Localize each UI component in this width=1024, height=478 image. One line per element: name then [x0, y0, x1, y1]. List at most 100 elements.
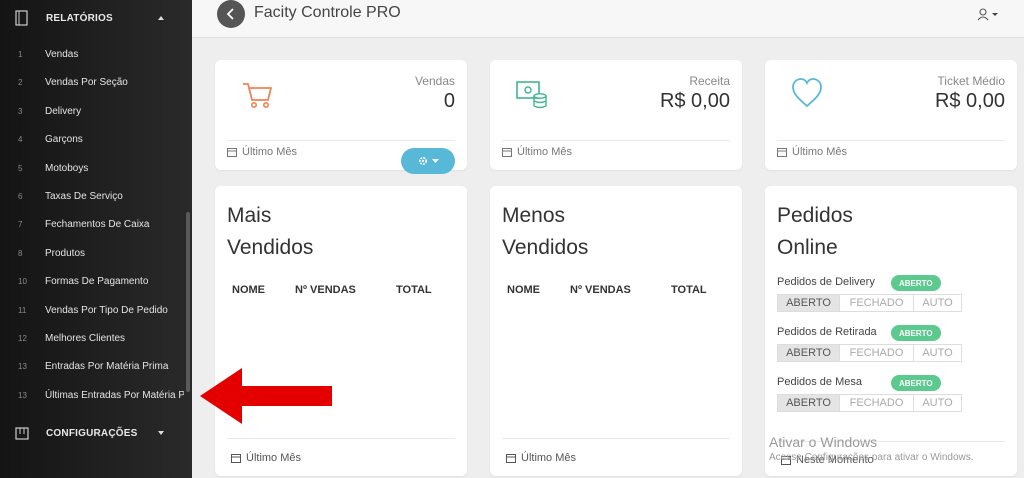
- card-pedidos-online: Pedidos Online Pedidos de Delivery ABERT…: [765, 186, 1017, 476]
- sidebar-item-label: Fechamentos De Caixa: [45, 218, 150, 230]
- sidebar-item-number: 11: [18, 305, 27, 315]
- sidebar-item-number: 1: [18, 49, 23, 59]
- sidebar-item-entradas-materia-prima[interactable]: 13 Entradas Por Matéria Prima: [0, 352, 184, 380]
- sidebar-item-label: Melhores Clientes: [45, 332, 126, 344]
- option-aberto[interactable]: ABERTO: [778, 345, 840, 361]
- column-header-vendas[interactable]: Nº VENDAS: [295, 284, 356, 296]
- card-footer: Último Mês: [231, 452, 301, 464]
- footer-text: Último Mês: [521, 452, 577, 464]
- stat-card-vendas: Vendas 0 Último Mês: [215, 60, 467, 174]
- option-fechado[interactable]: FECHADO: [840, 395, 914, 411]
- back-button[interactable]: [217, 0, 245, 28]
- option-fechado[interactable]: FECHADO: [840, 295, 914, 311]
- sidebar-item-label: Entradas Por Matéria Prima: [45, 360, 169, 372]
- title-line: Online: [777, 236, 838, 259]
- user-menu[interactable]: [976, 6, 1006, 22]
- sidebar-item-ultimas-entradas-materia-prima[interactable]: 13 Últimas Entradas Por Matéria Prima: [0, 381, 184, 409]
- column-header-total[interactable]: TOTAL: [671, 284, 707, 296]
- chevron-down-icon: [158, 431, 164, 435]
- sidebar-item-produtos[interactable]: 8 Produtos: [0, 239, 184, 267]
- divider: [502, 140, 730, 141]
- user-icon: [977, 8, 998, 21]
- option-auto[interactable]: AUTO: [914, 345, 961, 361]
- sidebar-item-number: 6: [18, 191, 23, 201]
- footer-text: Último Mês: [246, 452, 302, 464]
- card-title: Mais Vendidos: [227, 200, 313, 264]
- sidebar-item-garcons[interactable]: 4 Garçons: [0, 125, 184, 153]
- card-title: Menos Vendidos: [502, 200, 588, 264]
- status-toggle-group: ABERTO FECHADO AUTO: [777, 294, 962, 312]
- sidebar-item-label: Vendas: [45, 48, 79, 60]
- stat-value: R$ 0,00: [934, 90, 1005, 112]
- column-header-vendas[interactable]: Nº VENDAS: [570, 284, 631, 296]
- gear-icon: [418, 156, 428, 166]
- sidebar-settings-label: CONFIGURAÇÕES: [46, 427, 138, 439]
- sidebar-item-number: 2: [18, 77, 23, 87]
- option-auto[interactable]: AUTO: [914, 295, 961, 311]
- stat-value: 0: [443, 90, 455, 112]
- sidebar-item-number: 13: [18, 361, 27, 371]
- sidebar-item-label: Garçons: [45, 133, 83, 145]
- sidebar-section-reports[interactable]: RELATÓRIOS: [0, 1, 192, 35]
- option-aberto[interactable]: ABERTO: [778, 395, 840, 411]
- status-badge: ABERTO: [891, 375, 941, 391]
- calendar-icon: [506, 454, 516, 463]
- sidebar-item-delivery[interactable]: 3 Delivery: [0, 97, 184, 125]
- sidebar-item-label: Formas De Pagamento: [45, 275, 149, 287]
- shopping-cart-icon: [243, 83, 272, 108]
- status-toggle-group: ABERTO FECHADO AUTO: [777, 394, 962, 412]
- settings-dropdown-button[interactable]: [401, 148, 455, 174]
- column-header-total[interactable]: TOTAL: [396, 284, 432, 296]
- sidebar-item-label: Taxas De Serviço: [45, 190, 123, 202]
- sidebar-item-number: 7: [18, 219, 23, 229]
- card-footer: Último Mês: [502, 146, 572, 158]
- money-icon: [516, 81, 547, 109]
- card-title: Pedidos Online: [777, 200, 853, 264]
- sidebar-item-number: 3: [18, 106, 23, 116]
- red-arrow-annotation: [200, 368, 332, 424]
- sidebar-item-label: Vendas Por Seção: [45, 76, 128, 88]
- option-auto[interactable]: AUTO: [914, 395, 961, 411]
- caret-up-icon: [158, 16, 164, 20]
- column-header-nome[interactable]: NOME: [232, 284, 265, 296]
- title-line: Mais: [227, 204, 272, 227]
- divider: [777, 140, 1005, 141]
- sidebar-item-melhores-clientes[interactable]: 12 Melhores Clientes: [0, 324, 184, 352]
- status-toggle-group: ABERTO FECHADO AUTO: [777, 344, 962, 362]
- sidebar-item-label: Últimas Entradas Por Matéria Prima: [45, 389, 184, 401]
- sidebar-scrollbar[interactable]: [186, 212, 190, 392]
- sidebar-item-label: Delivery: [45, 105, 82, 117]
- card-mais-vendidos: Mais Vendidos NOME Nº VENDAS TOTAL Últim…: [215, 186, 467, 476]
- windows-activation-watermark: Ativar o Windows Acesse Configurações pa…: [769, 434, 974, 463]
- card-footer: Último Mês: [777, 146, 847, 158]
- divider: [227, 438, 455, 439]
- calendar-icon: [227, 148, 237, 157]
- sidebar-item-taxas-de-servico[interactable]: 6 Taxas De Serviço: [0, 182, 184, 210]
- title-line: Pedidos: [777, 204, 853, 227]
- sidebar-item-number: 12: [18, 333, 27, 343]
- book-icon: [15, 10, 28, 26]
- sidebar-item-label: Vendas Por Tipo De Pedido: [45, 304, 168, 316]
- status-badge: ABERTO: [891, 275, 941, 291]
- option-aberto[interactable]: ABERTO: [778, 295, 840, 311]
- sidebar-item-vendas[interactable]: 1 Vendas: [0, 40, 184, 68]
- calendar-icon: [777, 148, 787, 157]
- sidebar-item-fechamentos-de-caixa[interactable]: 7 Fechamentos De Caixa: [0, 210, 184, 238]
- stat-value: R$ 0,00: [659, 90, 730, 112]
- divider: [502, 438, 730, 439]
- column-header-nome[interactable]: NOME: [507, 284, 540, 296]
- card-footer: Último Mês: [506, 452, 576, 464]
- footer-text: Último Mês: [242, 146, 298, 158]
- sidebar: RELATÓRIOS 1 Vendas 2 Vendas Por Seção 3…: [0, 0, 192, 478]
- calendar-icon: [502, 148, 512, 157]
- app-title: Facity Controle PRO: [254, 4, 401, 21]
- sidebar-item-vendas-por-tipo[interactable]: 11 Vendas Por Tipo De Pedido: [0, 296, 184, 324]
- option-fechado[interactable]: FECHADO: [840, 345, 914, 361]
- sidebar-section-settings[interactable]: CONFIGURAÇÕES: [0, 416, 192, 450]
- stat-label: Receita: [689, 74, 730, 88]
- sidebar-item-formas-de-pagamento[interactable]: 10 Formas De Pagamento: [0, 267, 184, 295]
- sidebar-item-number: 10: [18, 276, 27, 286]
- sidebar-item-motoboys[interactable]: 5 Motoboys: [0, 154, 184, 182]
- sidebar-item-vendas-por-secao[interactable]: 2 Vendas Por Seção: [0, 68, 184, 96]
- order-label: Pedidos de Delivery: [777, 276, 875, 288]
